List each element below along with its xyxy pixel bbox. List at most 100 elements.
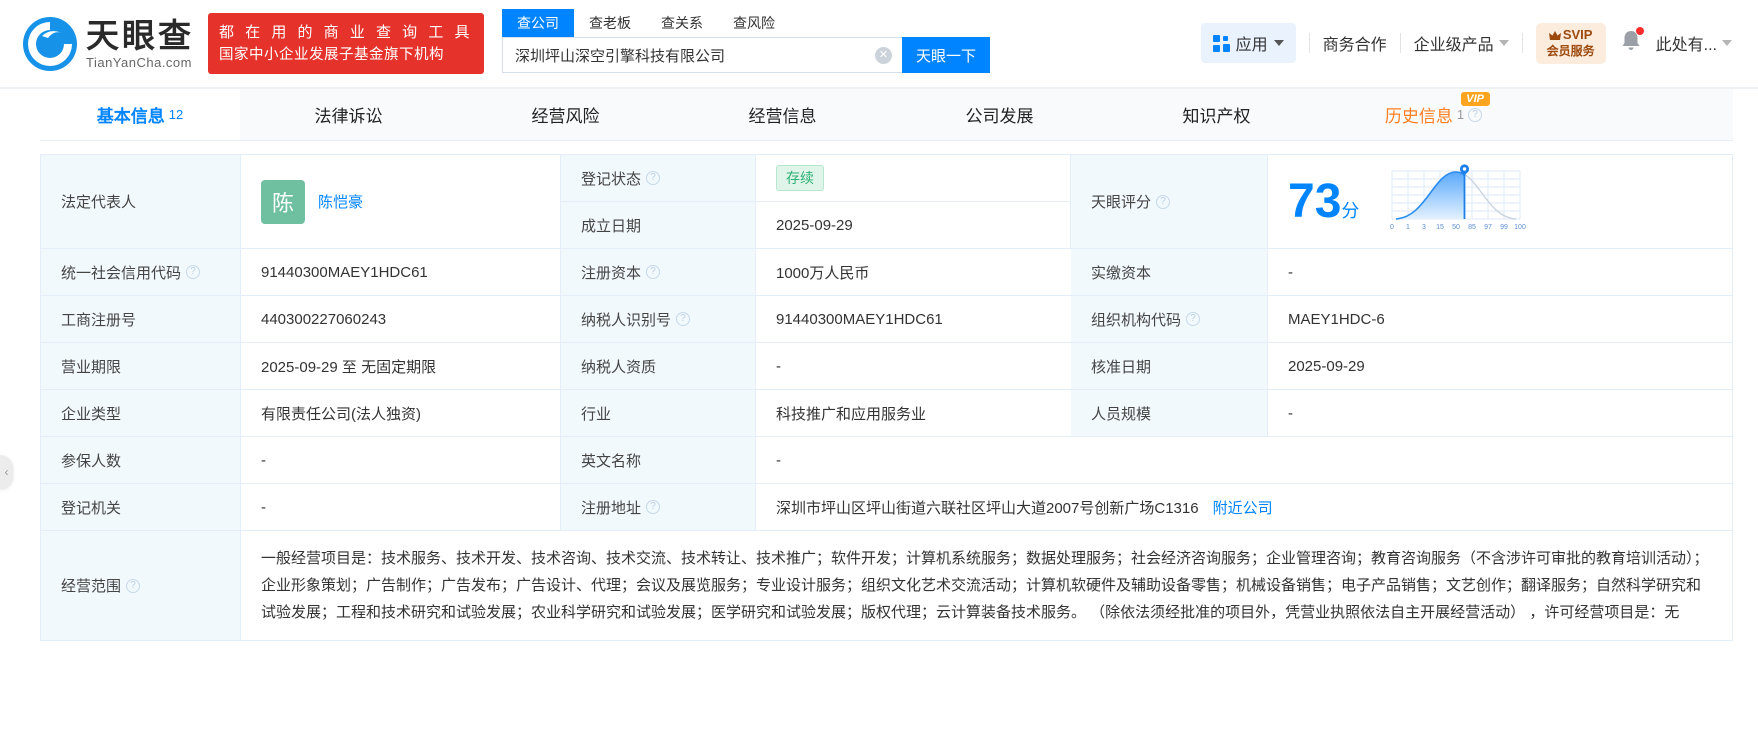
legal-representative-link[interactable]: 陈恺豪 — [318, 191, 363, 212]
organization-code-cell: MAEY1HDC-6 — [1268, 296, 1732, 343]
apps-menu[interactable]: 应用 — [1200, 23, 1296, 64]
search-tab-risk[interactable]: 查风险 — [718, 9, 790, 37]
svg-text:85: 85 — [1468, 224, 1476, 231]
tab-legal-proceedings[interactable]: 法律诉讼 — [240, 89, 457, 140]
label-registered-address: 注册地址? — [561, 484, 756, 531]
search-module: 查公司 查老板 查关系 查风险 ✕ 天眼一下 — [502, 9, 991, 73]
vip-badge: VIP — [1461, 92, 1490, 106]
slogan-line1: 都 在 用 的 商 业 查 询 工 具 — [219, 23, 474, 41]
nav-business-cooperation[interactable]: 商务合作 — [1323, 31, 1387, 55]
label-tianyan-score: 天眼评分? — [1071, 155, 1268, 249]
label-company-type: 企业类型 — [41, 390, 241, 437]
help-icon[interactable]: ? — [1186, 312, 1201, 326]
tab-company-development[interactable]: 公司发展 — [891, 89, 1108, 140]
chevron-down-icon — [1273, 40, 1284, 47]
header-nav: 应用 商务合作 企业级产品 SVIP 会员服务 此处有... — [1200, 23, 1758, 64]
search-button[interactable]: 天眼一下 — [902, 37, 991, 73]
sidebar-collapse-handle[interactable]: ‹ — [0, 455, 13, 489]
clear-search-icon[interactable]: ✕ — [875, 46, 893, 64]
tab-basic-info[interactable]: 基本信息 12 — [40, 89, 240, 140]
label-paid-capital: 实缴资本 — [1071, 249, 1268, 296]
company-basic-info-table: 法定代表人 陈 陈恺豪 登记状态? 存续 天眼评分? 73分 0 1 3 15 … — [40, 154, 1733, 641]
tab-count: 12 — [168, 107, 184, 122]
site-header: 天眼查 TianYanCha.com 都 在 用 的 商 业 查 询 工 具 国… — [0, 0, 1758, 88]
label-legal-representative: 法定代表人 — [41, 155, 241, 249]
nearby-companies-link[interactable]: 附近公司 — [1213, 497, 1273, 518]
svg-text:99: 99 — [1500, 224, 1508, 231]
divider — [1399, 33, 1401, 54]
status-badge: 存续 — [776, 165, 824, 191]
brand-slogan-badge: 都 在 用 的 商 业 查 询 工 具 国家中小企业发展子基金旗下机构 — [208, 12, 485, 75]
tabbar-filler — [1542, 89, 1733, 140]
tianyancha-logo[interactable]: 天眼查 TianYanCha.com — [22, 16, 194, 72]
score-distribution-chart: 0 1 3 15 50 85 97 99 100 — [1390, 163, 1526, 231]
help-icon[interactable]: ? — [646, 265, 661, 279]
help-icon[interactable]: ? — [1468, 107, 1483, 122]
score-unit: 分 — [1341, 200, 1360, 221]
user-name: 此处有... — [1655, 37, 1717, 55]
search-input-box: ✕ — [502, 37, 903, 73]
help-icon[interactable]: ? — [126, 578, 141, 593]
apps-label: 应用 — [1235, 37, 1268, 55]
crown-icon — [1548, 30, 1561, 40]
svip-sublabel: 会员服务 — [1546, 44, 1595, 59]
label-industry: 行业 — [561, 390, 756, 437]
business-scope-cell: 一般经营项目是：技术服务、技术开发、技术咨询、技术交流、技术转让、技术推广；软件… — [241, 531, 1732, 641]
notifications-button[interactable] — [1621, 26, 1644, 57]
help-icon[interactable]: ? — [676, 312, 691, 326]
credit-code-cell: 91440300MAEY1HDC61 — [241, 249, 561, 296]
svip-membership-button[interactable]: SVIP 会员服务 — [1535, 23, 1606, 64]
tab-history-info[interactable]: VIP 历史信息 1 ? — [1325, 89, 1542, 140]
label-credit-code: 统一社会信用代码? — [41, 249, 241, 296]
label-registration-number: 工商注册号 — [41, 296, 241, 343]
label-registration-status: 登记状态? — [561, 155, 756, 202]
nav-enterprise-products[interactable]: 企业级产品 — [1414, 31, 1509, 55]
tab-operational-risk[interactable]: 经营风险 — [457, 89, 674, 140]
help-icon[interactable]: ? — [186, 265, 201, 279]
help-icon[interactable]: ? — [1156, 194, 1171, 209]
score-axis-ticks: 0 1 3 15 50 85 97 99 100 — [1390, 224, 1526, 231]
tianyancha-logo-icon — [23, 16, 77, 71]
svg-text:3: 3 — [1422, 224, 1426, 231]
tab-business-info[interactable]: 经营信息 — [674, 89, 891, 140]
help-icon[interactable]: ? — [646, 171, 661, 185]
label-business-term: 营业期限 — [41, 343, 241, 390]
registration-number-cell: 440300227060243 — [241, 296, 561, 343]
section-tabbar: 基本信息 12 法律诉讼 经营风险 经营信息 公司发展 知识产权 VIP 历史信… — [40, 89, 1733, 141]
industry-cell: 科技推广和应用服务业 — [756, 390, 1071, 437]
search-tab-boss[interactable]: 查老板 — [574, 9, 646, 37]
section-tabbar-wrap: 基本信息 12 法律诉讼 经营风险 经营信息 公司发展 知识产权 VIP 历史信… — [0, 88, 1758, 141]
search-tab-relation[interactable]: 查关系 — [646, 9, 718, 37]
english-name-cell: - — [756, 437, 1732, 484]
search-tab-company[interactable]: 查公司 — [502, 9, 575, 37]
registered-capital-cell: 1000万人民币 — [756, 249, 1071, 296]
label-staff-size: 人员规模 — [1071, 390, 1268, 437]
label-approval-date: 核准日期 — [1071, 343, 1268, 390]
label-taxpayer-quality: 纳税人资质 — [561, 343, 756, 390]
svg-text:100: 100 — [1515, 224, 1527, 231]
chevron-down-icon — [1498, 40, 1509, 47]
search-tabs: 查公司 查老板 查关系 查风险 — [502, 9, 990, 37]
help-icon[interactable]: ? — [646, 500, 661, 514]
avatar[interactable]: 陈 — [261, 179, 305, 224]
svg-text:50: 50 — [1452, 224, 1460, 231]
tab-intellectual-property[interactable]: 知识产权 — [1108, 89, 1325, 140]
tab-label: 历史信息 — [1384, 107, 1453, 126]
business-term-cell: 2025-09-29 至 无固定期限 — [241, 343, 561, 390]
registration-status-cell: 存续 — [756, 155, 1071, 202]
label-organization-code: 组织机构代码? — [1071, 296, 1268, 343]
tab-count: 1 — [1456, 107, 1465, 122]
tianyan-score-cell[interactable]: 73分 0 1 3 15 50 85 97 99 100 — [1268, 155, 1732, 249]
label-taxpayer-id: 纳税人识别号? — [561, 296, 756, 343]
svip-label: SVIP — [1562, 27, 1593, 43]
user-account-menu[interactable]: 此处有... — [1656, 31, 1732, 55]
score-value: 73 — [1288, 174, 1342, 228]
registered-address-cell: 深圳市坪山区坪山街道六联社区坪山大道2007号创新广场C1316 附近公司 — [756, 484, 1732, 531]
svg-text:1: 1 — [1406, 224, 1410, 231]
divider — [1521, 33, 1523, 54]
label-registration-authority: 登记机关 — [41, 484, 241, 531]
legal-representative-cell: 陈 陈恺豪 — [241, 155, 561, 249]
apps-grid-icon — [1212, 34, 1230, 52]
search-input[interactable] — [515, 46, 876, 64]
staff-size-cell: - — [1268, 390, 1732, 437]
